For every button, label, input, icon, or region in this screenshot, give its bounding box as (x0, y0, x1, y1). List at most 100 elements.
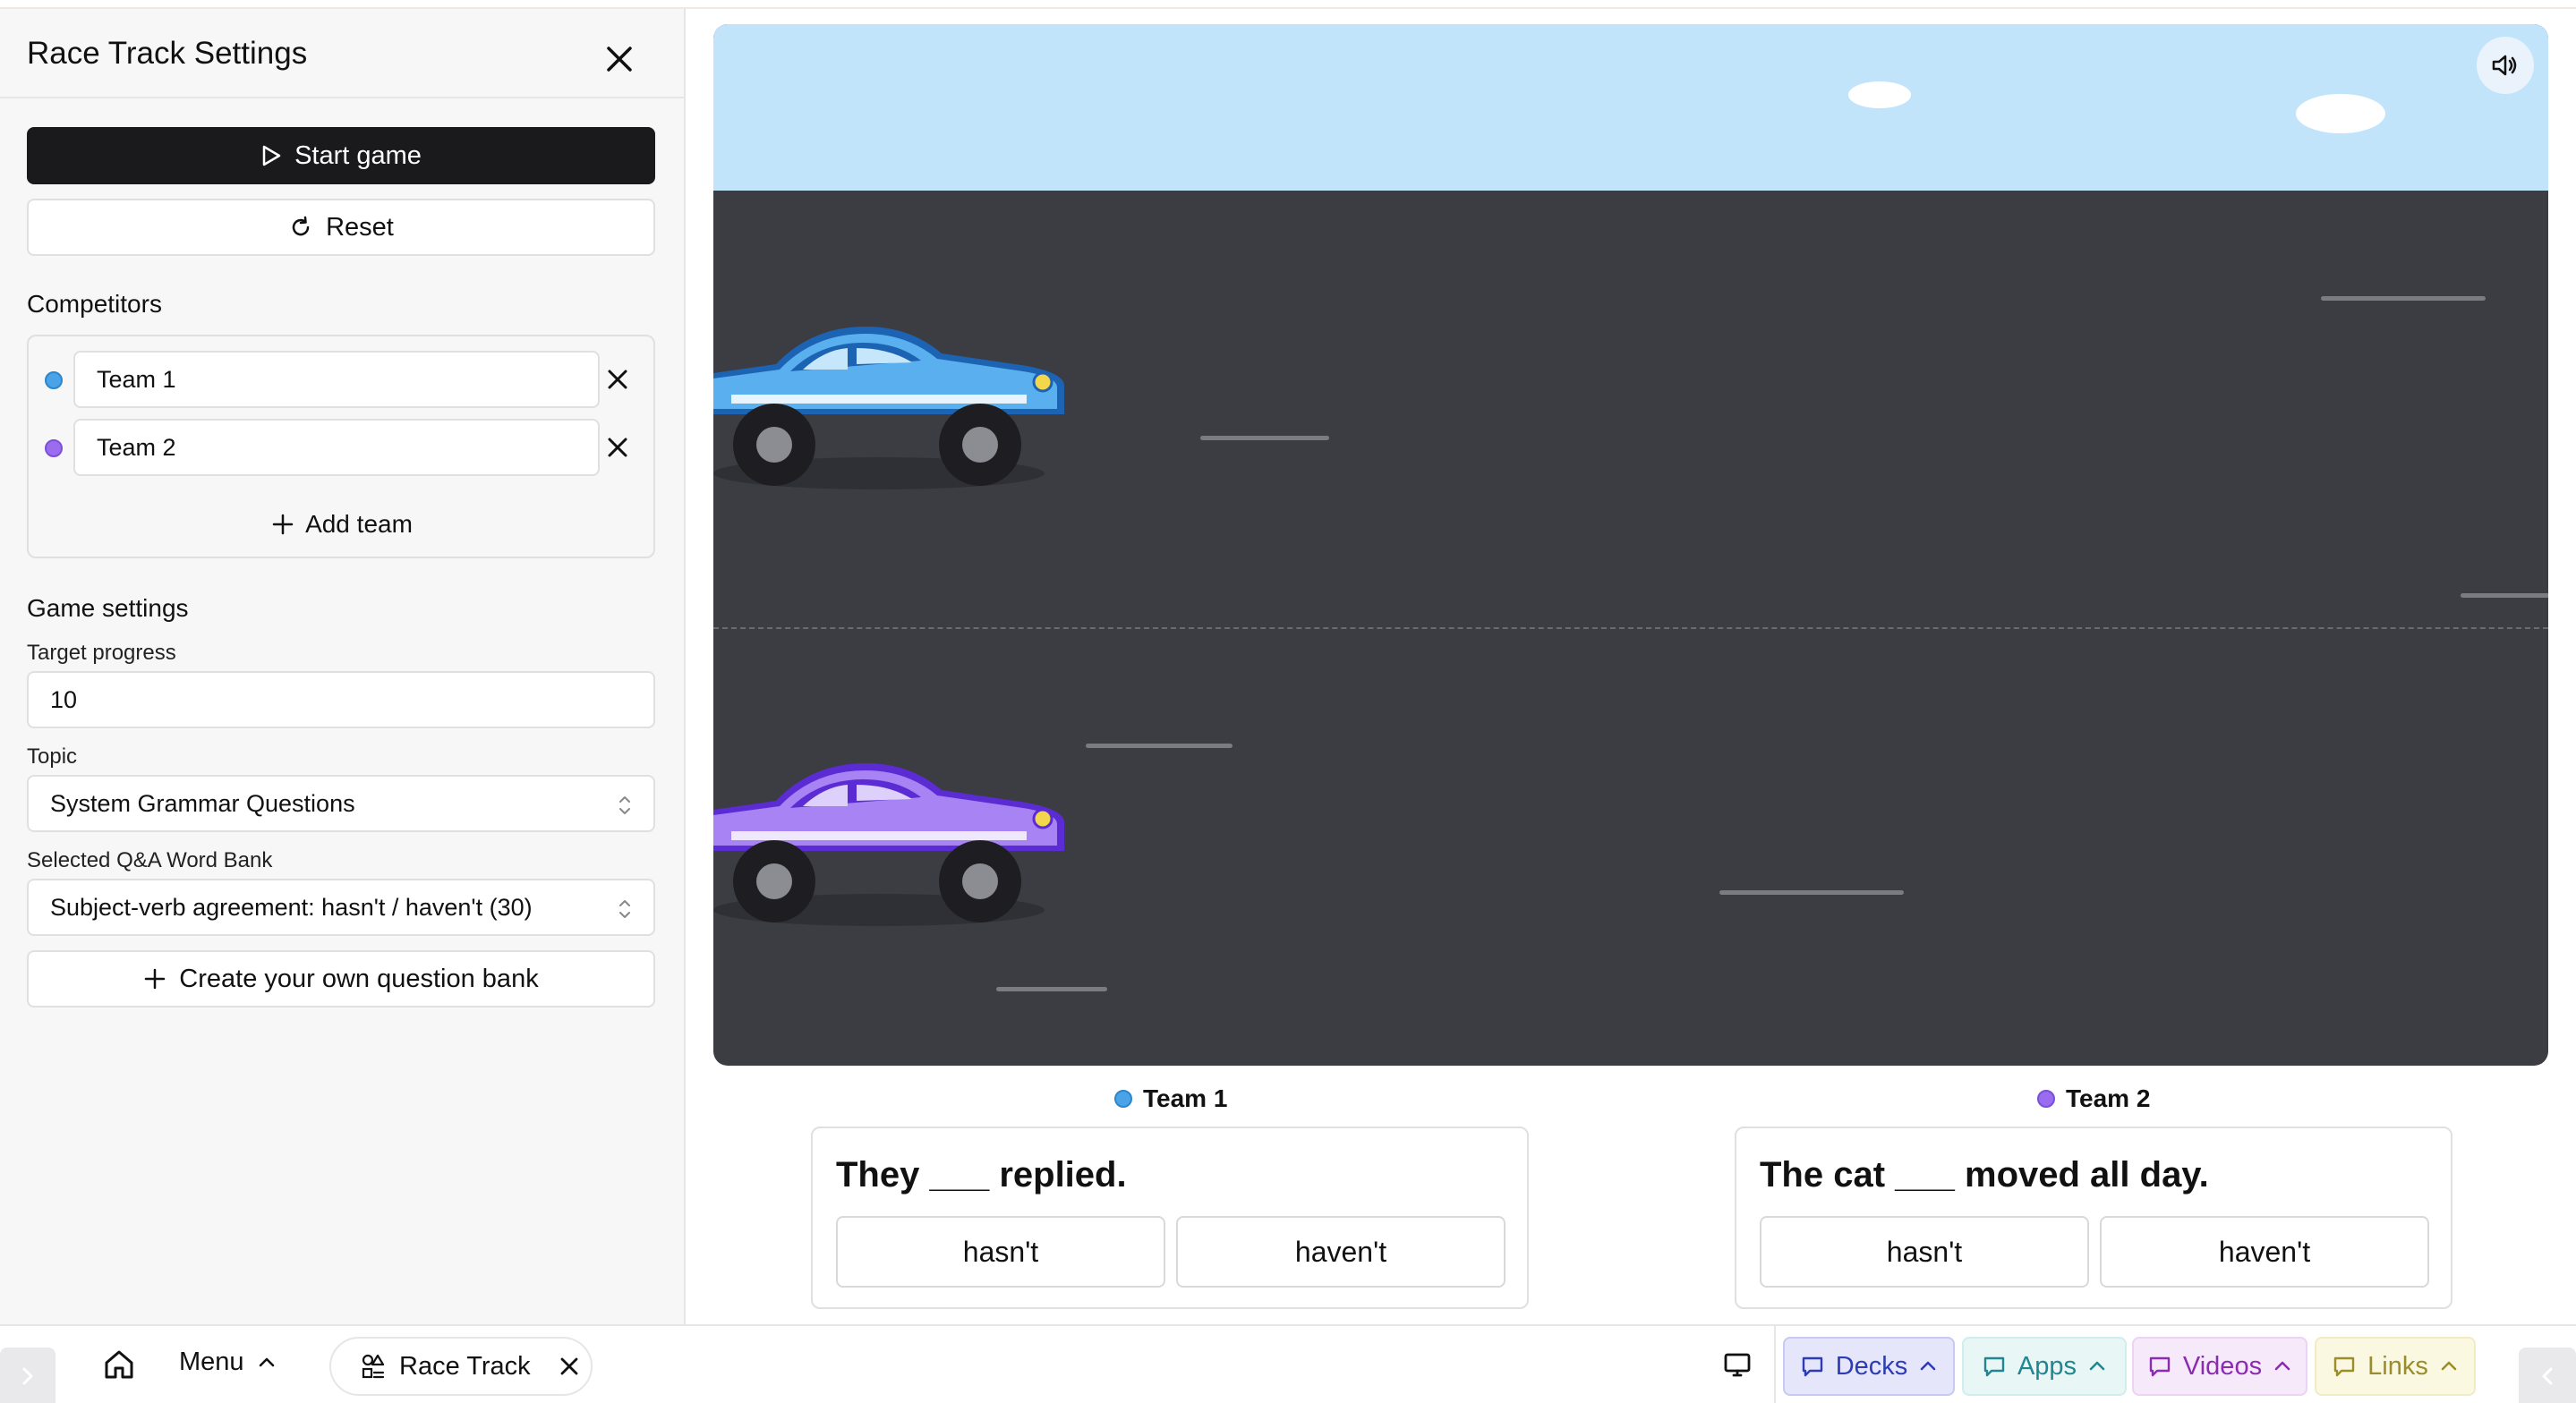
road-marking (1719, 890, 1904, 895)
team-color-dot[interactable] (45, 439, 63, 457)
videos-chip[interactable]: Videos (2132, 1337, 2307, 1396)
team-1-car (713, 327, 1064, 489)
home-icon (105, 1350, 133, 1379)
team-1-question-card: They ___ replied. hasn't haven't (811, 1127, 1529, 1309)
plus-icon (145, 968, 166, 990)
speaker-icon (2492, 55, 2517, 76)
present-button[interactable] (1722, 1349, 1753, 1380)
bottom-toolbar: Menu Race Track Decks Apps Videos Links (0, 1324, 2576, 1403)
chevron-up-down-icon (619, 796, 630, 814)
answer-option[interactable]: hasn't (836, 1216, 1165, 1288)
plus-icon (272, 514, 294, 535)
competitors-heading: Competitors (27, 290, 162, 318)
settings-sidebar: Race Track Settings Start game Reset Com… (0, 9, 686, 1324)
target-progress-input[interactable]: 10 (27, 671, 655, 728)
create-question-bank-label: Create your own question bank (179, 964, 539, 993)
remove-team-icon[interactable] (598, 428, 637, 467)
menu-button[interactable]: Menu (179, 1348, 277, 1377)
close-icon[interactable] (598, 38, 641, 81)
race-track-tab-label: Race Track (399, 1351, 531, 1381)
topic-value: System Grammar Questions (50, 790, 355, 817)
videos-label: Videos (2182, 1351, 2263, 1381)
word-bank-value: Subject-verb agreement: hasn't / haven't… (50, 894, 533, 921)
decks-chip[interactable]: Decks (1783, 1337, 1955, 1396)
team-2-car (713, 763, 1064, 926)
chat-icon (2333, 1356, 2355, 1377)
cloud (2296, 94, 2385, 133)
target-progress-label: Target progress (27, 641, 176, 665)
topic-label: Topic (27, 744, 78, 769)
team-color-dot (2037, 1090, 2055, 1108)
shapes-icon (362, 1354, 385, 1379)
road-marking (2461, 593, 2548, 598)
team-2-heading: Team 2 (2037, 1084, 2150, 1113)
team-color-dot (1114, 1090, 1132, 1108)
start-game-button[interactable]: Start game (27, 127, 655, 184)
sky (713, 24, 2548, 191)
word-bank-select[interactable]: Subject-verb agreement: hasn't / haven't… (27, 879, 655, 936)
team-2-question-card: The cat ___ moved all day. hasn't haven'… (1735, 1127, 2452, 1309)
chevron-up-icon (259, 1357, 274, 1366)
add-team-label: Add team (305, 510, 413, 538)
chevron-up-icon (2089, 1361, 2105, 1371)
start-game-label: Start game (294, 140, 422, 170)
reset-label: Reset (326, 212, 394, 242)
chevron-left-icon (2542, 1367, 2553, 1385)
race-track-canvas (713, 24, 2548, 1066)
chat-icon (2149, 1356, 2171, 1377)
answer-option[interactable]: haven't (1176, 1216, 1506, 1288)
remove-team-icon[interactable] (598, 360, 637, 399)
team-row: Team 2 (29, 419, 655, 476)
game-settings-heading: Game settings (27, 594, 189, 622)
home-button[interactable] (102, 1348, 136, 1382)
chat-icon (1802, 1356, 1822, 1377)
cloud (1848, 81, 1911, 108)
links-label: Links (2367, 1351, 2428, 1381)
road-marking (1200, 436, 1329, 440)
links-chip[interactable]: Links (2315, 1337, 2476, 1396)
competitors-panel: Team 1 Team 2 Add team (27, 335, 655, 558)
expand-left-button[interactable] (0, 1348, 55, 1403)
chevron-up-icon (1921, 1361, 1936, 1371)
team-row: Team 1 (29, 351, 655, 408)
chevron-up-icon (2441, 1361, 2457, 1371)
sidebar-header: Race Track Settings (0, 9, 684, 98)
team-name-input[interactable]: Team 2 (73, 419, 600, 476)
add-team-button[interactable]: Add team (29, 505, 655, 544)
team-name-input[interactable]: Team 1 (73, 351, 600, 408)
window-top-edge (0, 0, 2576, 9)
road-marking (1086, 744, 1233, 748)
question-prompt: They ___ replied. (836, 1155, 1127, 1195)
road-marking (2321, 296, 2486, 301)
expand-right-button[interactable] (2519, 1348, 2576, 1403)
chevron-up-icon (2274, 1361, 2290, 1371)
team-1-label: Team 1 (1143, 1084, 1228, 1112)
reset-button[interactable]: Reset (27, 199, 655, 256)
team-color-dot[interactable] (45, 371, 63, 389)
question-prompt: The cat ___ moved all day. (1760, 1155, 2209, 1195)
road-marking (996, 987, 1107, 991)
team-2-label: Team 2 (2066, 1084, 2151, 1112)
monitor-icon (1724, 1353, 1751, 1377)
team-1-heading: Team 1 (1114, 1084, 1227, 1113)
play-icon (262, 145, 281, 166)
close-icon[interactable] (556, 1353, 583, 1380)
chat-icon (1983, 1356, 2005, 1377)
refresh-icon (292, 216, 310, 236)
apps-label: Apps (2017, 1351, 2077, 1381)
sidebar-title: Race Track Settings (27, 36, 308, 71)
create-question-bank-button[interactable]: Create your own question bank (27, 950, 655, 1008)
chevron-right-icon (22, 1367, 33, 1385)
race-track-app-tab[interactable]: Race Track (329, 1337, 593, 1396)
toolbar-divider (1774, 1326, 1776, 1403)
lane-divider (713, 627, 2548, 629)
apps-chip[interactable]: Apps (1962, 1337, 2127, 1396)
answer-option[interactable]: haven't (2100, 1216, 2429, 1288)
decks-label: Decks (1835, 1351, 1908, 1381)
topic-select[interactable]: System Grammar Questions (27, 775, 655, 832)
sound-toggle-button[interactable] (2477, 37, 2534, 94)
answer-option[interactable]: hasn't (1760, 1216, 2089, 1288)
word-bank-label: Selected Q&A Word Bank (27, 848, 273, 872)
menu-label: Menu (179, 1348, 244, 1376)
chevron-up-down-icon (619, 900, 630, 918)
